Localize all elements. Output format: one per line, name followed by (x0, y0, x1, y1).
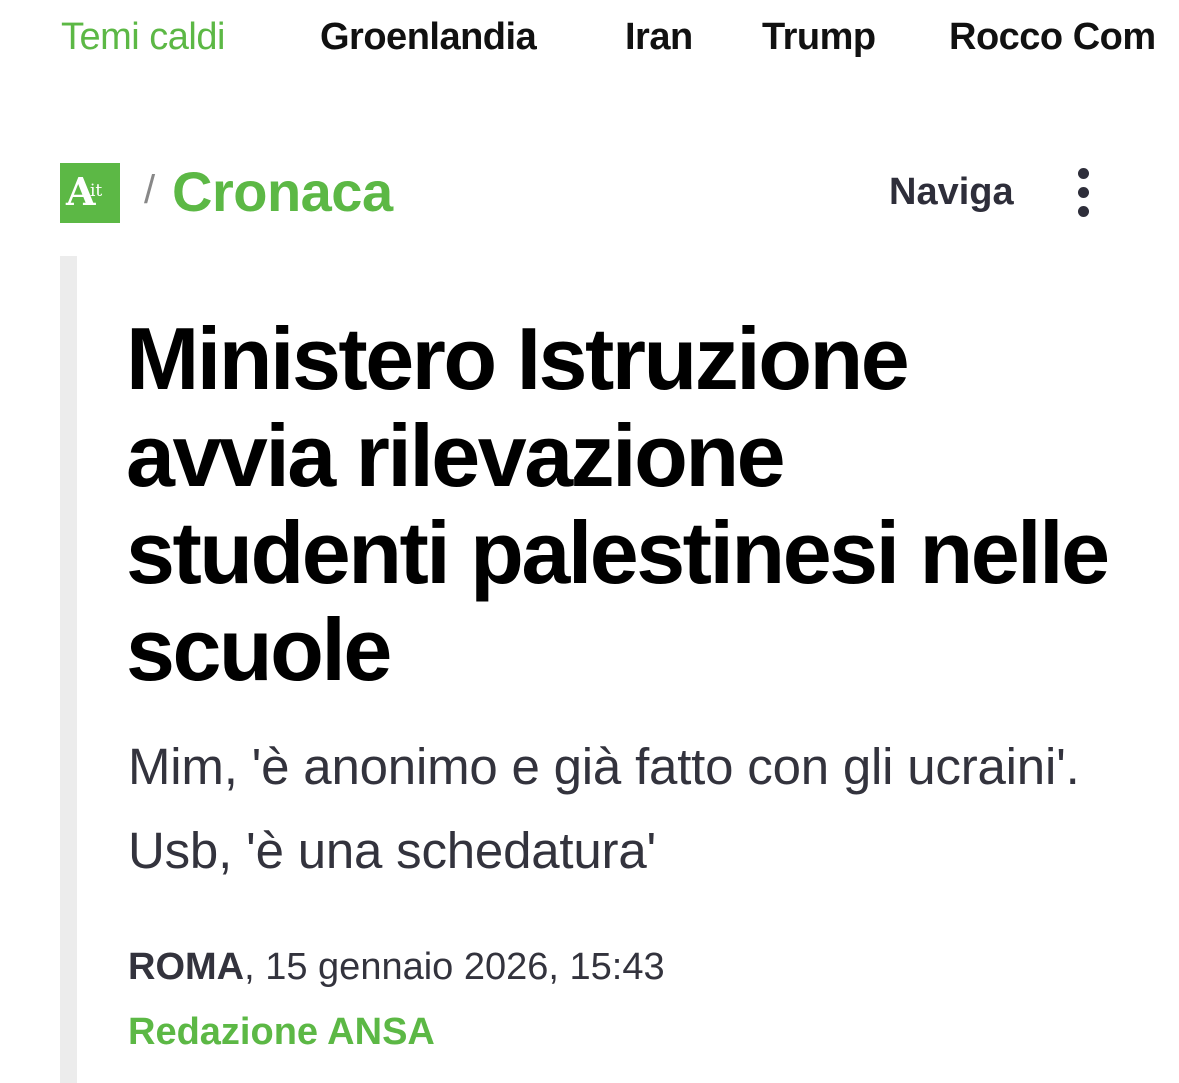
hot-topics-label: Temi caldi (61, 16, 225, 58)
dateline-place: ROMA (128, 946, 245, 988)
dateline-date: , 15 gennaio 2026, 15:43 (244, 946, 665, 988)
article-subtitle: Mim, 'è anonimo e già fatto con gli ucra… (128, 738, 1080, 879)
dot (1078, 168, 1089, 179)
breadcrumb-separator: / (144, 168, 156, 212)
ansa-logo[interactable]: A it (60, 163, 120, 223)
article-dateline: ROMA, 15 gennaio 2026, 15:43 (128, 943, 665, 991)
article-author[interactable]: Redazione ANSA (128, 1008, 435, 1056)
dot (1078, 187, 1089, 198)
topic-link-groenlandia[interactable]: Groenlandia (320, 14, 537, 60)
article-headline: Ministero Istruzione avvia rilevazione s… (126, 309, 1110, 699)
topic-link-trump[interactable]: Trump (762, 14, 876, 60)
topic-link-iran[interactable]: Iran (625, 14, 693, 60)
navigate-button[interactable]: Naviga (889, 169, 1014, 215)
dot (1078, 206, 1089, 217)
section-title[interactable]: Cronaca (172, 160, 393, 224)
article-page: Temi caldi Groenlandia Iran Trump Rocco … (0, 0, 1179, 1083)
article-left-rule (60, 256, 77, 1083)
hot-topics-bar: Temi caldi Groenlandia Iran Trump Rocco … (0, 0, 1179, 80)
vertical-ellipsis-icon[interactable] (1068, 166, 1100, 220)
logo-suffix: it (90, 181, 103, 201)
topic-link-rocco[interactable]: Rocco Com (949, 14, 1156, 60)
